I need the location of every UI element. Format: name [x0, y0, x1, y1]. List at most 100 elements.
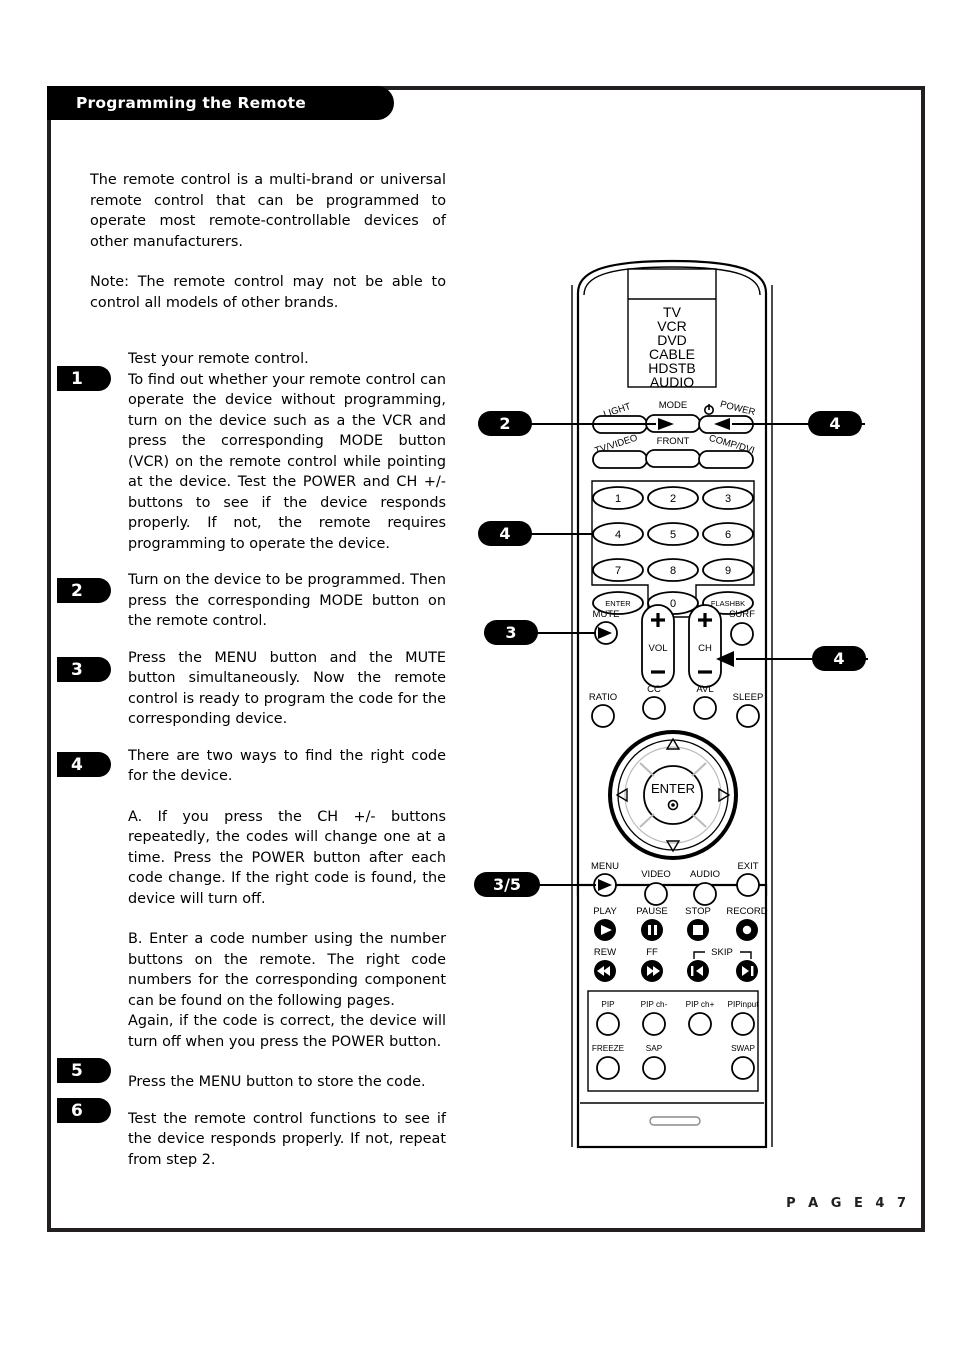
pause-icon: [654, 925, 657, 935]
keypad-label-3: 3: [725, 493, 731, 505]
exit-button[interactable]: [736, 873, 760, 897]
swap-button[interactable]: [731, 1056, 755, 1080]
callout-bubble-mode: 2: [478, 411, 532, 436]
ff-button-label: FF: [646, 947, 658, 958]
mute-button-label: MUTE: [593, 609, 620, 620]
instructions-column: The remote control is a multi-brand or u…: [90, 170, 446, 1170]
pip-ch-down-button[interactable]: [642, 1012, 666, 1036]
step-badge-2-label: 2: [71, 580, 83, 601]
audio-button-label: AUDIO: [690, 869, 720, 880]
pip-ch-down-button-label: PIP ch-: [641, 1000, 668, 1009]
sleep-button-label: SLEEP: [733, 692, 764, 703]
enter-dot-center-icon: [671, 803, 675, 807]
audio-button[interactable]: [693, 882, 717, 906]
comp-dvi-button[interactable]: [698, 450, 754, 469]
remote-row-inputs: TV/VIDEO FRONT COMP/DVI: [592, 433, 756, 469]
step-5-body: Press the MENU button to store the code.: [128, 1074, 426, 1090]
step-4-option-b-text: B. Enter a code number using the number …: [128, 931, 446, 1009]
front-button-label: FRONT: [657, 436, 690, 447]
sleep-button[interactable]: [736, 704, 760, 728]
remote-illustration: .bodyline { fill:#fff; stroke:#000; stro…: [522, 259, 868, 1149]
step-badge-2: 2: [57, 578, 111, 603]
skip-forward-icon: [751, 966, 754, 976]
swap-button-label: SWAP: [731, 1044, 755, 1053]
ratio-button[interactable]: [591, 704, 615, 728]
callout-bubble-menu: 3/5: [474, 872, 540, 897]
remote-navigation-wheel: ENTER: [608, 730, 738, 860]
step-1-body: To find out whether your remote control …: [128, 371, 446, 552]
keypad-label-5: 5: [670, 529, 676, 541]
callout-label-mode: 2: [499, 414, 511, 433]
front-button[interactable]: [645, 449, 701, 468]
play-button-label: PLAY: [593, 906, 617, 917]
step-4-option-a-text: A. If you press the CH +/- buttons repea…: [128, 808, 446, 907]
step-badge-6-label: 6: [71, 1100, 83, 1121]
step-badge-5: 5: [57, 1058, 111, 1083]
step-3: Press the MENU button and the MUTE butto…: [90, 648, 446, 730]
volume-label: VOL: [648, 643, 667, 654]
flashbk-label: FLASHBK: [711, 599, 745, 608]
step-6-body: Test the remote control functions to see…: [128, 1110, 446, 1168]
intro-paragraph-1: The remote control is a multi-brand or u…: [90, 172, 446, 250]
step-badge-5-label: 5: [71, 1060, 83, 1081]
cc-button[interactable]: [642, 696, 666, 720]
callout-bubble-channel: 4: [812, 646, 866, 671]
video-button[interactable]: [644, 882, 668, 906]
rew-button-label: REW: [594, 947, 616, 958]
callout-bubble-keypad: 4: [478, 521, 532, 546]
remote-bottom-pill: [649, 1116, 701, 1126]
keypad-label-7: 7: [615, 565, 621, 577]
step-badge-1-label: 1: [71, 368, 83, 389]
callout-bubble-power: 4: [808, 411, 862, 436]
keypad-label-0: 0: [670, 598, 676, 610]
keypad-label-6: 6: [725, 529, 731, 541]
record-icon: [742, 925, 752, 935]
avl-button-label: AVL: [696, 684, 713, 695]
avl-button[interactable]: [693, 696, 717, 720]
cc-button-label: CC: [647, 684, 661, 695]
step-badge-4-label: 4: [71, 754, 83, 775]
skip-group-label: SKIP: [711, 947, 733, 958]
pip-input-button[interactable]: [731, 1012, 755, 1036]
enter-wheel-label: ENTER: [651, 781, 695, 796]
callout-label-menu: 3/5: [492, 875, 522, 894]
step-5: Press the MENU button to store the code.: [90, 1072, 446, 1093]
freeze-button[interactable]: [596, 1056, 620, 1080]
stop-button-label: STOP: [685, 906, 711, 917]
pause-button[interactable]: [641, 919, 663, 941]
enter-keypad-label: ENTER: [605, 599, 631, 608]
page-number-footer: P A G E 4 7: [786, 1196, 910, 1211]
step-2: Turn on the device to be programmed. The…: [90, 570, 446, 632]
remote-row-light-mode-power: LIGHT MODE POWER: [592, 399, 756, 434]
mode-label-audio: AUDIO: [650, 374, 694, 390]
section-header-banner: Programming the Remote: [47, 86, 394, 120]
record-button-label: RECORD: [726, 906, 767, 917]
pip-ch-up-button-label: PIP ch+: [686, 1000, 715, 1009]
pause-icon: [648, 925, 651, 935]
ratio-button-label: RATIO: [589, 692, 617, 703]
sap-button[interactable]: [642, 1056, 666, 1080]
step-4: There are two ways to find the right cod…: [90, 746, 446, 787]
callout-label-mute: 3: [505, 623, 517, 642]
step-4-body: There are two ways to find the right cod…: [128, 747, 446, 785]
pip-button[interactable]: [596, 1012, 620, 1036]
freeze-button-label: FREEZE: [592, 1044, 625, 1053]
mode-button-label: MODE: [659, 400, 688, 411]
step-1-heading: Test your remote control.: [128, 351, 309, 367]
callout-label-keypad: 4: [499, 524, 511, 543]
step-badge-3-label: 3: [71, 659, 83, 680]
surf-button[interactable]: [730, 622, 754, 646]
pip-ch-up-button[interactable]: [688, 1012, 712, 1036]
tv-video-button[interactable]: [592, 450, 648, 469]
step-1-text: Test your remote control. To find out wh…: [128, 349, 446, 554]
channel-label: CH: [698, 643, 712, 654]
remote-control-diagram: .bodyline { fill:#fff; stroke:#000; stro…: [460, 255, 930, 1165]
